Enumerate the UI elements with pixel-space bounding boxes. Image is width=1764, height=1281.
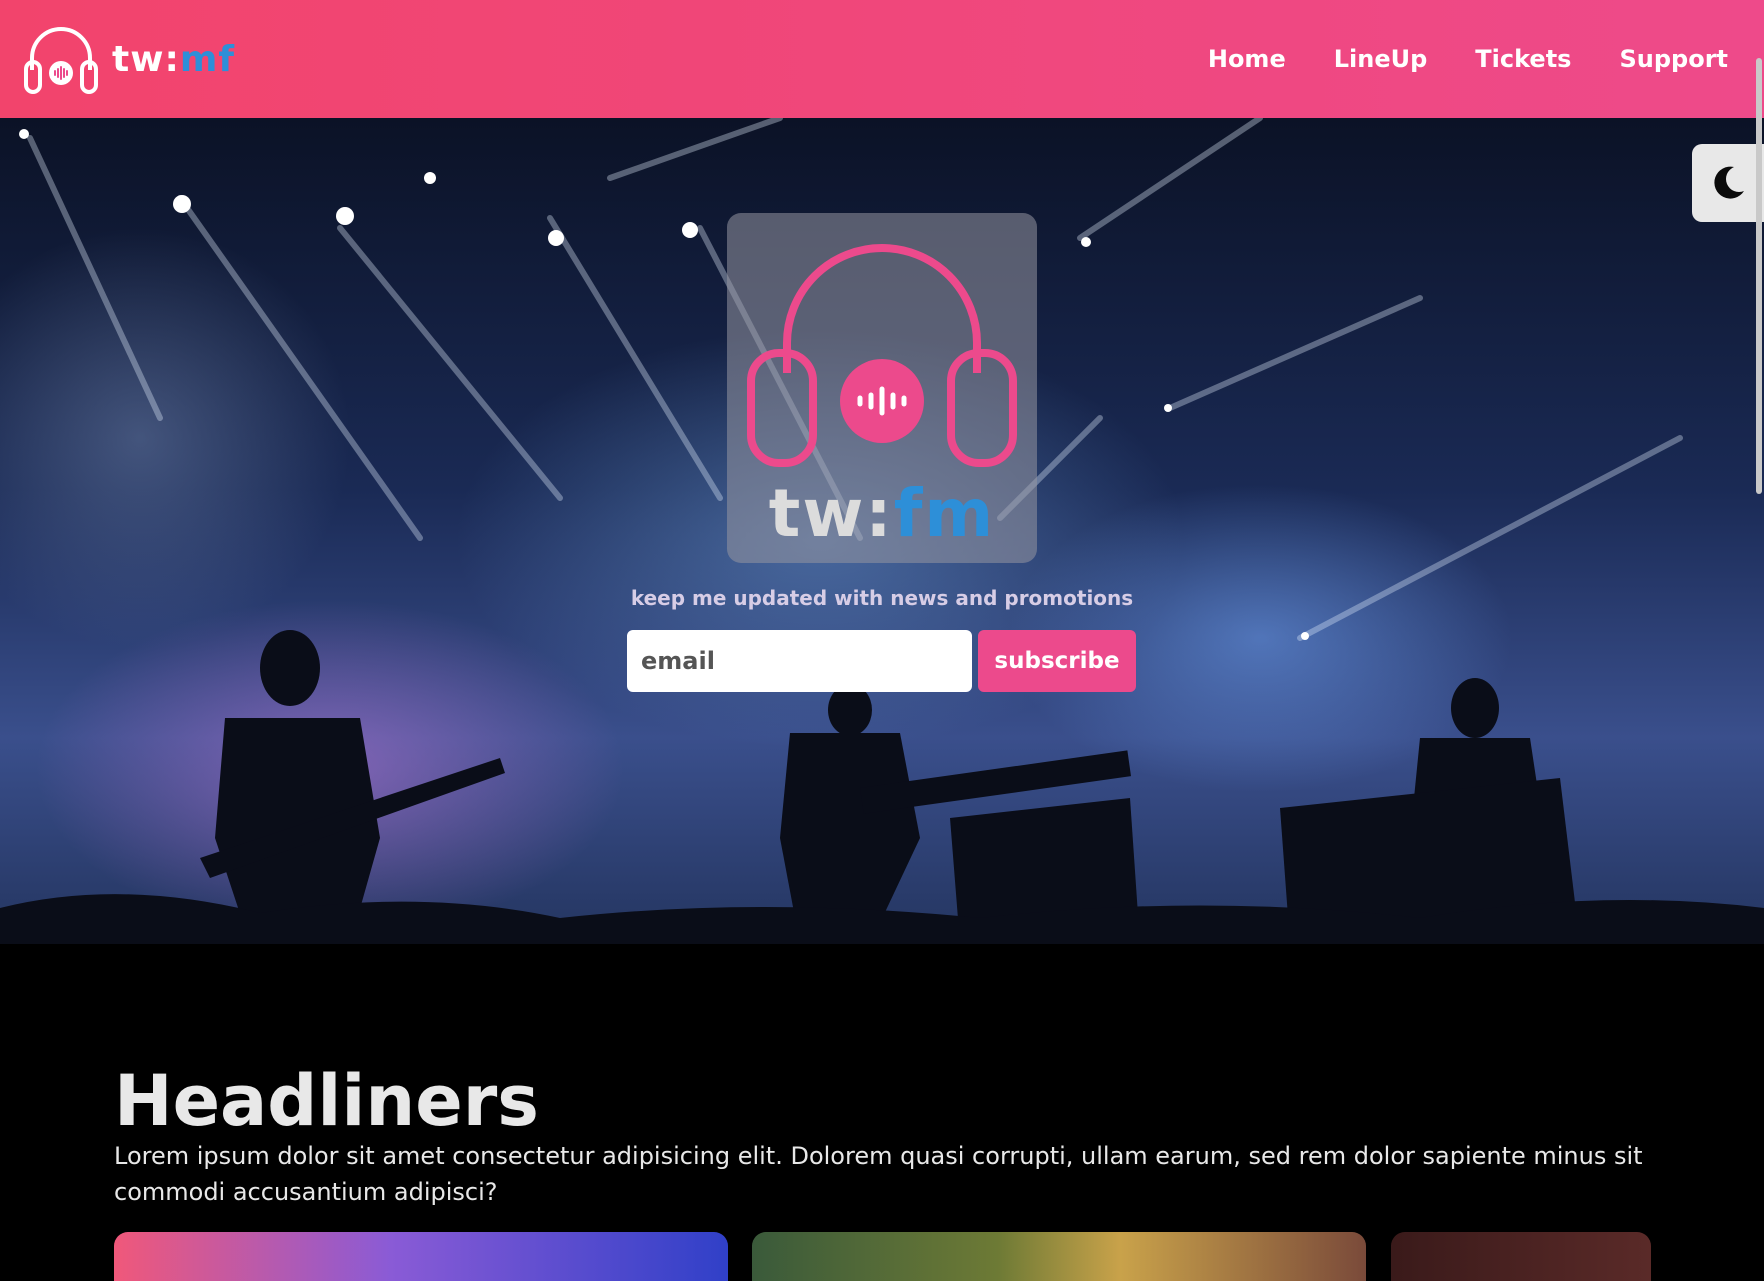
headliner-card[interactable] <box>114 1232 728 1281</box>
headphones-icon <box>24 27 98 94</box>
theme-toggle-button[interactable] <box>1692 144 1764 222</box>
headliner-card[interactable] <box>1391 1232 1651 1281</box>
brand-name: tw:mf <box>112 38 236 80</box>
headliner-card[interactable] <box>752 1232 1366 1281</box>
moon-icon <box>1714 166 1744 199</box>
headliners-description: Lorem ipsum dolor sit amet consectetur a… <box>114 1142 1643 1206</box>
nav-item-support[interactable]: Support <box>1619 45 1728 73</box>
headliners-heading: Headliners <box>114 1060 539 1142</box>
brand-logo-link[interactable]: tw:mf <box>22 22 235 96</box>
nav-item-home[interactable]: Home <box>1208 45 1286 73</box>
nav-item-lineup[interactable]: LineUp <box>1334 45 1428 73</box>
subscribe-button[interactable]: subscribe <box>978 630 1136 692</box>
main-nav: Home LineUp Tickets Support <box>1160 0 1728 118</box>
hero-section: tw:fm keep me updated with news and prom… <box>0 118 1764 944</box>
festival-logo-card: tw:fm <box>727 213 1037 563</box>
navbar: tw:mf Home LineUp Tickets Support <box>0 0 1764 118</box>
festival-logo-wordmark: tw:fm <box>768 475 996 552</box>
nav-item-tickets[interactable]: Tickets <box>1475 45 1571 73</box>
headphones-icon <box>747 244 1017 467</box>
email-input[interactable] <box>627 630 972 692</box>
newsletter-promo-text: keep me updated with news and promotions <box>630 586 1134 610</box>
scrollbar-thumb[interactable] <box>1756 58 1762 494</box>
